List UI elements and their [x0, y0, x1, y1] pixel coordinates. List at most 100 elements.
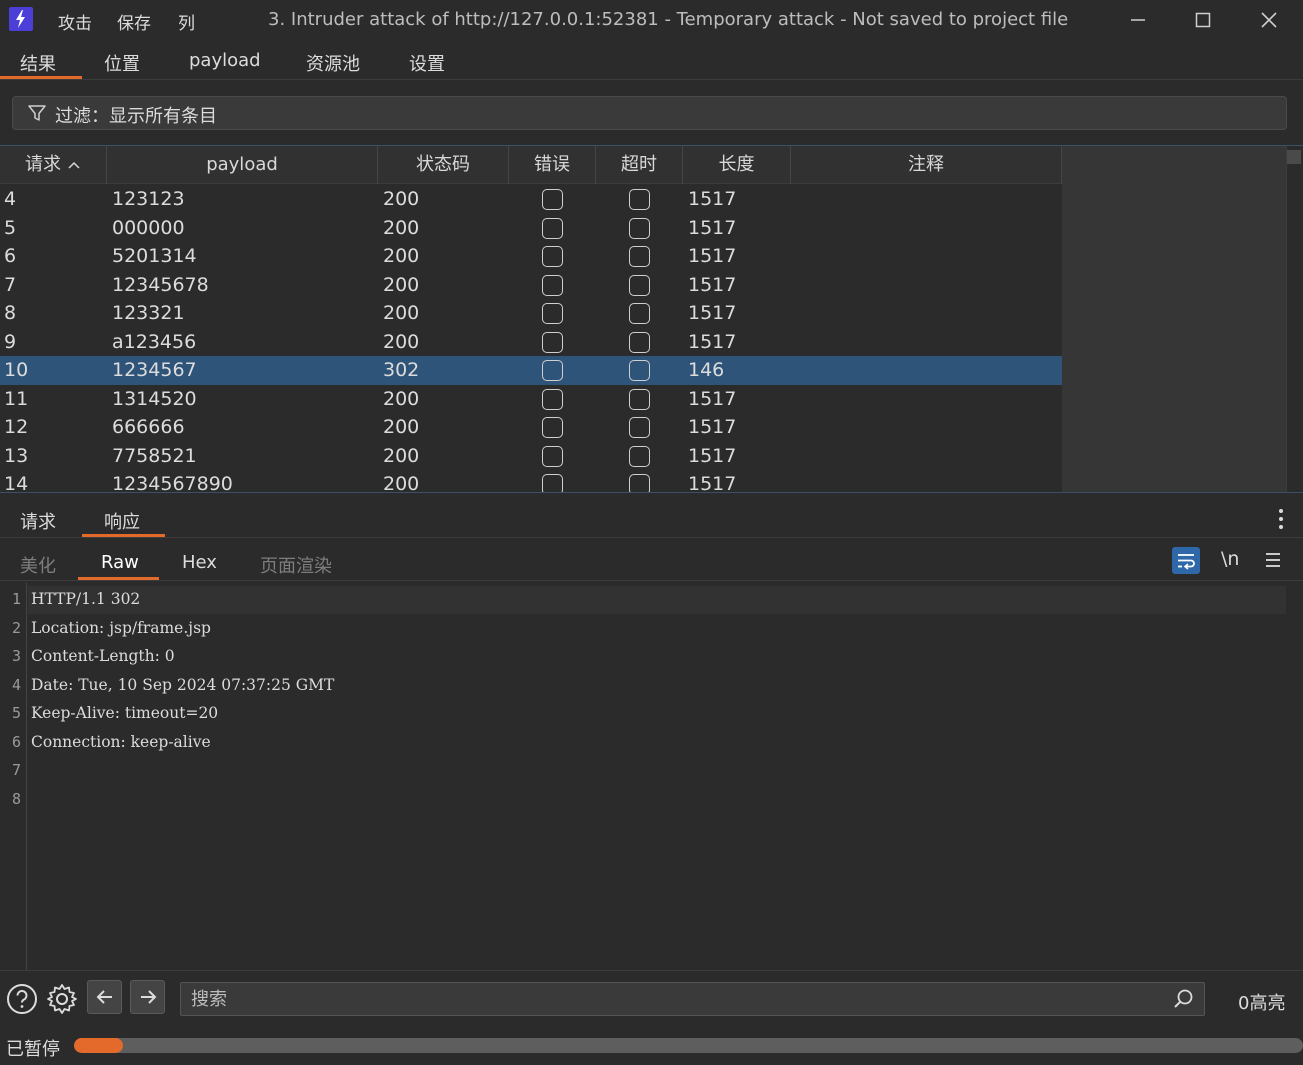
tab-settings[interactable]: 设置: [409, 50, 445, 76]
arrow-left-icon[interactable]: [87, 980, 122, 1014]
maximize-icon[interactable]: [1189, 6, 1217, 34]
error-checkbox[interactable]: [542, 303, 563, 324]
hamburger-menu-icon[interactable]: [1263, 550, 1283, 570]
error-checkbox[interactable]: [542, 331, 563, 353]
timeout-checkbox[interactable]: [629, 388, 650, 410]
cell-request: 4: [4, 188, 17, 210]
results-table: 请求 payload 状态码 错误 超时 长度 注释 4 123123 200 151…: [0, 145, 1303, 493]
cell-request: 14: [4, 473, 29, 493]
table-row[interactable]: 9 a123456 200 1517: [0, 328, 1062, 357]
filter-bar[interactable]: 过滤：显示所有条目: [12, 96, 1287, 130]
cell-request: 10: [4, 359, 29, 381]
search-icon[interactable]: [1172, 988, 1194, 1010]
line-number: 6: [11, 732, 21, 751]
table-row[interactable]: 11 1314520 200 1517: [0, 385, 1062, 414]
tab-raw[interactable]: Raw: [101, 552, 139, 573]
table-row[interactable]: 7 12345678 200 1517: [0, 271, 1062, 300]
cell-payload: 123321: [112, 302, 185, 324]
table-scrollbar[interactable]: [1286, 146, 1303, 492]
search-box[interactable]: [180, 982, 1205, 1016]
timeout-checkbox[interactable]: [629, 474, 650, 492]
cell-payload: 7758521: [112, 444, 197, 467]
tab-pretty[interactable]: 美化: [20, 552, 56, 578]
table-scrollbar-thumb[interactable]: [1287, 150, 1301, 164]
tab-resource-pool[interactable]: 资源池: [306, 50, 360, 76]
active-message-tab-indicator: [82, 534, 165, 537]
current-line-highlight: [28, 586, 1286, 614]
message-tab-bar: 请求 响应: [0, 500, 1303, 538]
cell-length: 1517: [688, 273, 737, 296]
timeout-checkbox[interactable]: [629, 246, 650, 267]
table-row[interactable]: 8 123321 200 1517: [0, 299, 1062, 328]
attack-progress-bar: [74, 1038, 1303, 1053]
tab-results[interactable]: 结果: [20, 50, 56, 76]
arrow-right-icon[interactable]: [130, 980, 165, 1014]
error-checkbox[interactable]: [542, 189, 563, 210]
column-header-payload[interactable]: payload: [107, 146, 378, 184]
menu-columns[interactable]: 列: [178, 9, 195, 34]
show-newlines-button[interactable]: \n: [1221, 548, 1239, 570]
table-row[interactable]: 14 1234567890 200 1517: [0, 470, 1062, 493]
timeout-checkbox[interactable]: [629, 360, 650, 381]
timeout-checkbox[interactable]: [629, 217, 650, 239]
tab-response[interactable]: 响应: [104, 508, 140, 534]
timeout-checkbox[interactable]: [629, 445, 650, 467]
word-wrap-icon[interactable]: [1172, 547, 1200, 574]
line-number: 8: [11, 789, 21, 808]
table-row[interactable]: 4 123123 200 1517: [0, 185, 1062, 214]
line-number: 4: [11, 675, 21, 694]
tab-payloads[interactable]: payload: [189, 50, 261, 71]
gear-icon[interactable]: [46, 983, 78, 1015]
window-title: 3. Intruder attack of http://127.0.0.1:5…: [268, 9, 1069, 30]
cell-request: 5: [4, 216, 17, 239]
response-editor[interactable]: 1 HTTP/1.1 302 2 Location: jsp/frame.jsp 3 Co…: [0, 583, 1303, 970]
cell-length: 1517: [688, 302, 737, 324]
error-checkbox[interactable]: [542, 274, 563, 296]
help-icon[interactable]: [6, 983, 38, 1015]
tab-request[interactable]: 请求: [20, 508, 56, 534]
table-row[interactable]: 6 5201314 200 1517: [0, 242, 1062, 271]
menu-attack[interactable]: 攻击: [58, 9, 92, 34]
table-row[interactable]: 5 000000 200 1517: [0, 214, 1062, 243]
tab-positions[interactable]: 位置: [104, 50, 140, 76]
search-input[interactable]: [191, 987, 1151, 1011]
column-header-request[interactable]: 请求: [0, 146, 107, 184]
table-row[interactable]: 12 666666 200 1517: [0, 413, 1062, 442]
column-header-error[interactable]: 错误: [509, 146, 596, 184]
error-checkbox[interactable]: [542, 445, 563, 467]
column-header-status[interactable]: 状态码: [378, 146, 509, 184]
close-icon[interactable]: [1255, 6, 1283, 34]
cell-status: 302: [383, 359, 420, 381]
error-checkbox[interactable]: [542, 217, 563, 239]
tab-render[interactable]: 页面渲染: [260, 552, 332, 578]
timeout-checkbox[interactable]: [629, 417, 650, 438]
title-bar: 攻击 保存 列 3. Intruder attack of http://127…: [0, 0, 1303, 40]
cell-length: 1517: [688, 216, 737, 239]
cell-length: 1517: [688, 416, 737, 438]
timeout-checkbox[interactable]: [629, 331, 650, 353]
table-row[interactable]: 13 7758521 200 1517: [0, 442, 1062, 471]
sort-ascending-icon: [67, 146, 81, 184]
table-row[interactable]: 10 1234567 302 146: [0, 356, 1062, 385]
error-checkbox[interactable]: [542, 417, 563, 438]
timeout-checkbox[interactable]: [629, 303, 650, 324]
column-header-timeout[interactable]: 超时: [596, 146, 683, 184]
line-number: 1: [11, 590, 21, 608]
error-checkbox[interactable]: [542, 474, 563, 492]
error-checkbox[interactable]: [542, 246, 563, 267]
error-checkbox[interactable]: [542, 388, 563, 410]
error-checkbox[interactable]: [542, 360, 563, 381]
cell-status: 200: [383, 473, 420, 493]
column-header-length[interactable]: 长度: [683, 146, 791, 184]
menu-save[interactable]: 保存: [117, 9, 151, 34]
timeout-checkbox[interactable]: [629, 274, 650, 296]
kebab-menu-icon[interactable]: [1272, 506, 1290, 532]
timeout-checkbox[interactable]: [629, 189, 650, 210]
line-number: 5: [11, 704, 21, 722]
column-header-comment[interactable]: 注释: [791, 146, 1062, 184]
tab-hex[interactable]: Hex: [182, 552, 217, 573]
minimize-icon[interactable]: [1124, 6, 1152, 34]
line-number: 7: [11, 761, 21, 779]
cell-payload: 123123: [112, 188, 185, 210]
cell-payload: 5201314: [112, 245, 197, 267]
